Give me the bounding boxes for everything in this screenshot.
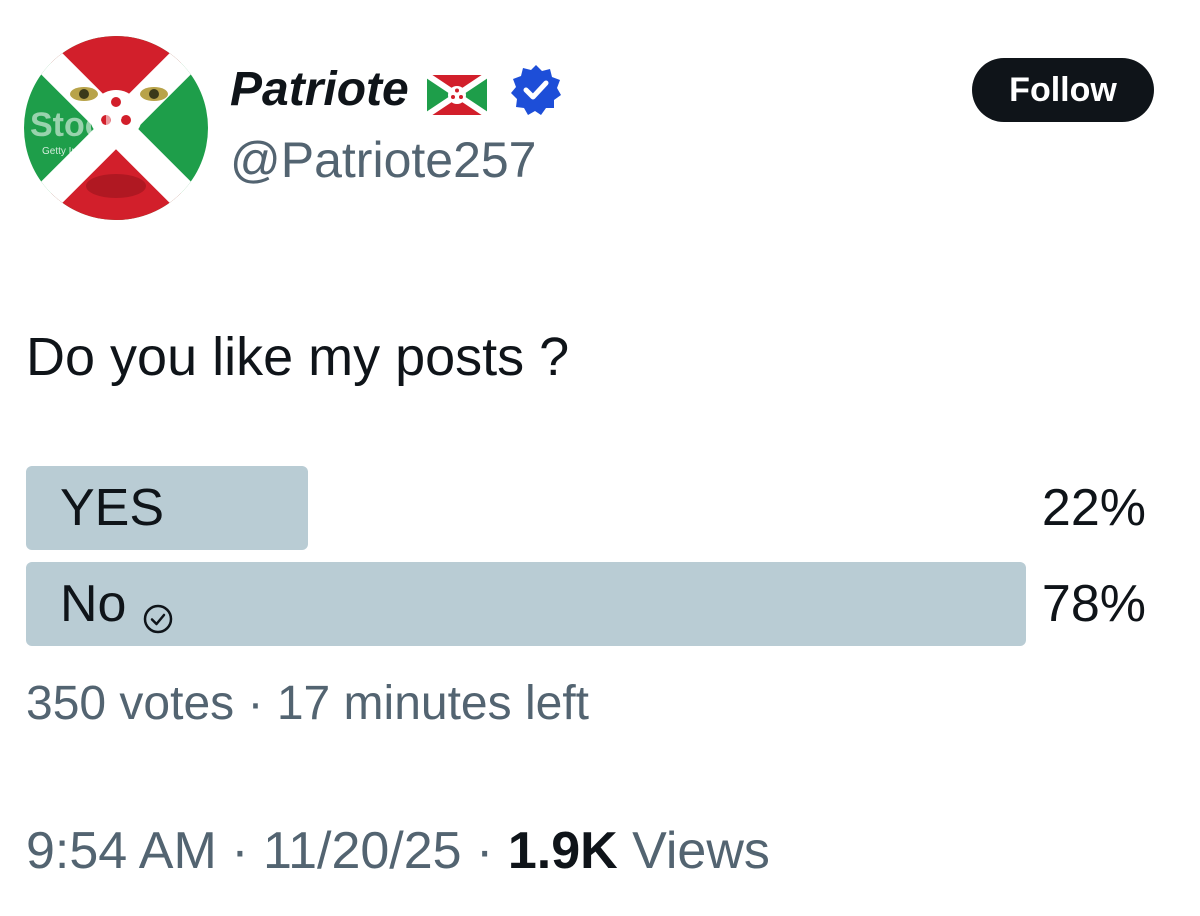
burundi-flag-icon xyxy=(425,70,489,118)
svg-text:Stock: Stock xyxy=(30,106,123,144)
poll-option-yes[interactable]: YES 22% xyxy=(26,466,1146,550)
svg-text:Getty Images: Getty Images xyxy=(42,146,101,157)
poll-option-label: No xyxy=(60,575,127,633)
separator: · xyxy=(476,822,494,880)
poll-meta: 350 votes · 17 minutes left xyxy=(26,672,589,736)
poll-option-no[interactable]: No 78% xyxy=(26,562,1146,646)
views-count[interactable]: 1.9K xyxy=(508,822,618,880)
verified-badge-icon xyxy=(509,63,563,117)
post-time[interactable]: 9:54 AM xyxy=(26,822,217,880)
post-meta: 9:54 AM · 11/20/25 · 1.9K Views xyxy=(26,816,770,886)
display-name-text[interactable]: Patriote xyxy=(230,60,409,120)
separator: · xyxy=(231,822,249,880)
check-circle-icon xyxy=(142,588,174,634)
poll: YES 22% No 78% xyxy=(26,466,1146,658)
poll-vote-count: 350 votes xyxy=(26,677,235,730)
author-display-name[interactable]: Patriote xyxy=(230,60,563,120)
poll-option-percent: 78% xyxy=(1041,575,1146,633)
avatar-image: Stock Getty Images xyxy=(24,36,208,220)
avatar[interactable]: Stock Getty Images xyxy=(24,36,208,220)
views-label[interactable]: Views xyxy=(632,822,770,880)
poll-bar-no xyxy=(26,562,1026,646)
author-handle[interactable]: @Patriote257 xyxy=(230,128,537,192)
separator: · xyxy=(247,677,264,730)
post-text: Do you like my posts ? xyxy=(26,327,570,387)
follow-button[interactable]: Follow xyxy=(972,58,1154,122)
poll-option-label: YES xyxy=(60,479,165,537)
poll-time-left: 17 minutes left xyxy=(276,677,589,730)
post-date[interactable]: 11/20/25 xyxy=(263,822,462,880)
poll-option-percent: 22% xyxy=(1041,479,1146,537)
